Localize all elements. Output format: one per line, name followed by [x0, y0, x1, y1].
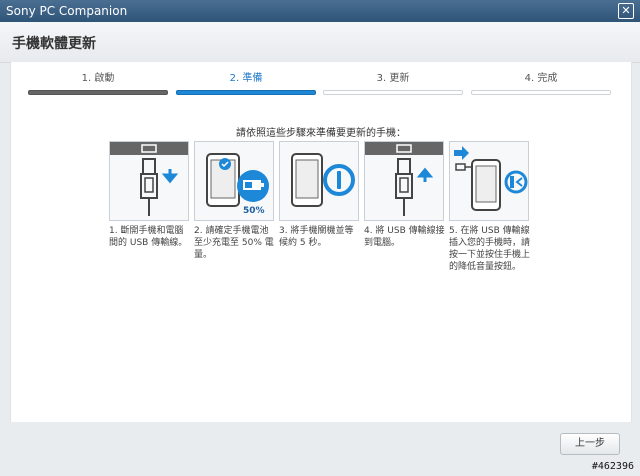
step-label: 2. 準備 — [229, 73, 263, 84]
instructions-text: 請依照這些步驟來準備要更新的手機： — [236, 128, 406, 139]
step-instruction-4: 4. 將 USB 傳輸線接到電腦。 — [364, 226, 445, 248]
battery-charge-icon: 50% — [194, 141, 274, 221]
app-window: Sony PC Companion ✕ 手機軟體更新 1. 啟動 2. 準備 3… — [0, 0, 640, 476]
power-off-icon — [279, 141, 359, 221]
page-header: 手機軟體更新 — [0, 22, 640, 63]
step-progress-bar — [176, 90, 316, 95]
battery-percentage-badge: 50% — [243, 206, 265, 216]
usb-unplug-icon — [109, 141, 189, 221]
step-finish: 4. 完成 — [471, 72, 611, 98]
phone-connect-volume-icon — [449, 141, 529, 221]
step-progress-bar — [323, 90, 463, 95]
window-title: Sony PC Companion — [6, 4, 128, 18]
page-title: 手機軟體更新 — [12, 36, 96, 52]
step-instruction-1: 1. 斷開手機和電腦間的 USB 傳輸線。 — [109, 226, 188, 248]
step-instruction-5: 5. 在將 USB 傳輸線插入您的手機時，請按一下並按住手機上的降低音量按鈕。 — [449, 226, 531, 272]
title-bar: Sony PC Companion ✕ — [0, 0, 640, 22]
usb-plug-icon — [364, 141, 444, 221]
step-start: 1. 啟動 — [28, 72, 168, 98]
watermark: #462396 — [591, 461, 634, 472]
step-progress-bar — [28, 90, 168, 95]
step-label: 1. 啟動 — [81, 73, 115, 84]
content-panel: 1. 啟動 2. 準備 3. 更新 4. 完成 請依照這些步驟來準備要更新的手機… — [10, 62, 632, 422]
footer-bar: 上一步 — [0, 422, 640, 476]
step-progress-bar — [471, 90, 611, 95]
step-instruction-3: 3. 將手機關機並等候約 5 秒。 — [279, 226, 354, 248]
step-label: 3. 更新 — [376, 73, 410, 84]
close-icon[interactable]: ✕ — [618, 3, 634, 19]
step-instruction-2: 2. 請確定手機電池至少充電至 50% 電量。 — [194, 226, 274, 260]
previous-button[interactable]: 上一步 — [560, 433, 620, 455]
step-label: 4. 完成 — [524, 73, 558, 84]
step-prepare: 2. 準備 — [176, 72, 316, 98]
step-update: 3. 更新 — [323, 72, 463, 98]
